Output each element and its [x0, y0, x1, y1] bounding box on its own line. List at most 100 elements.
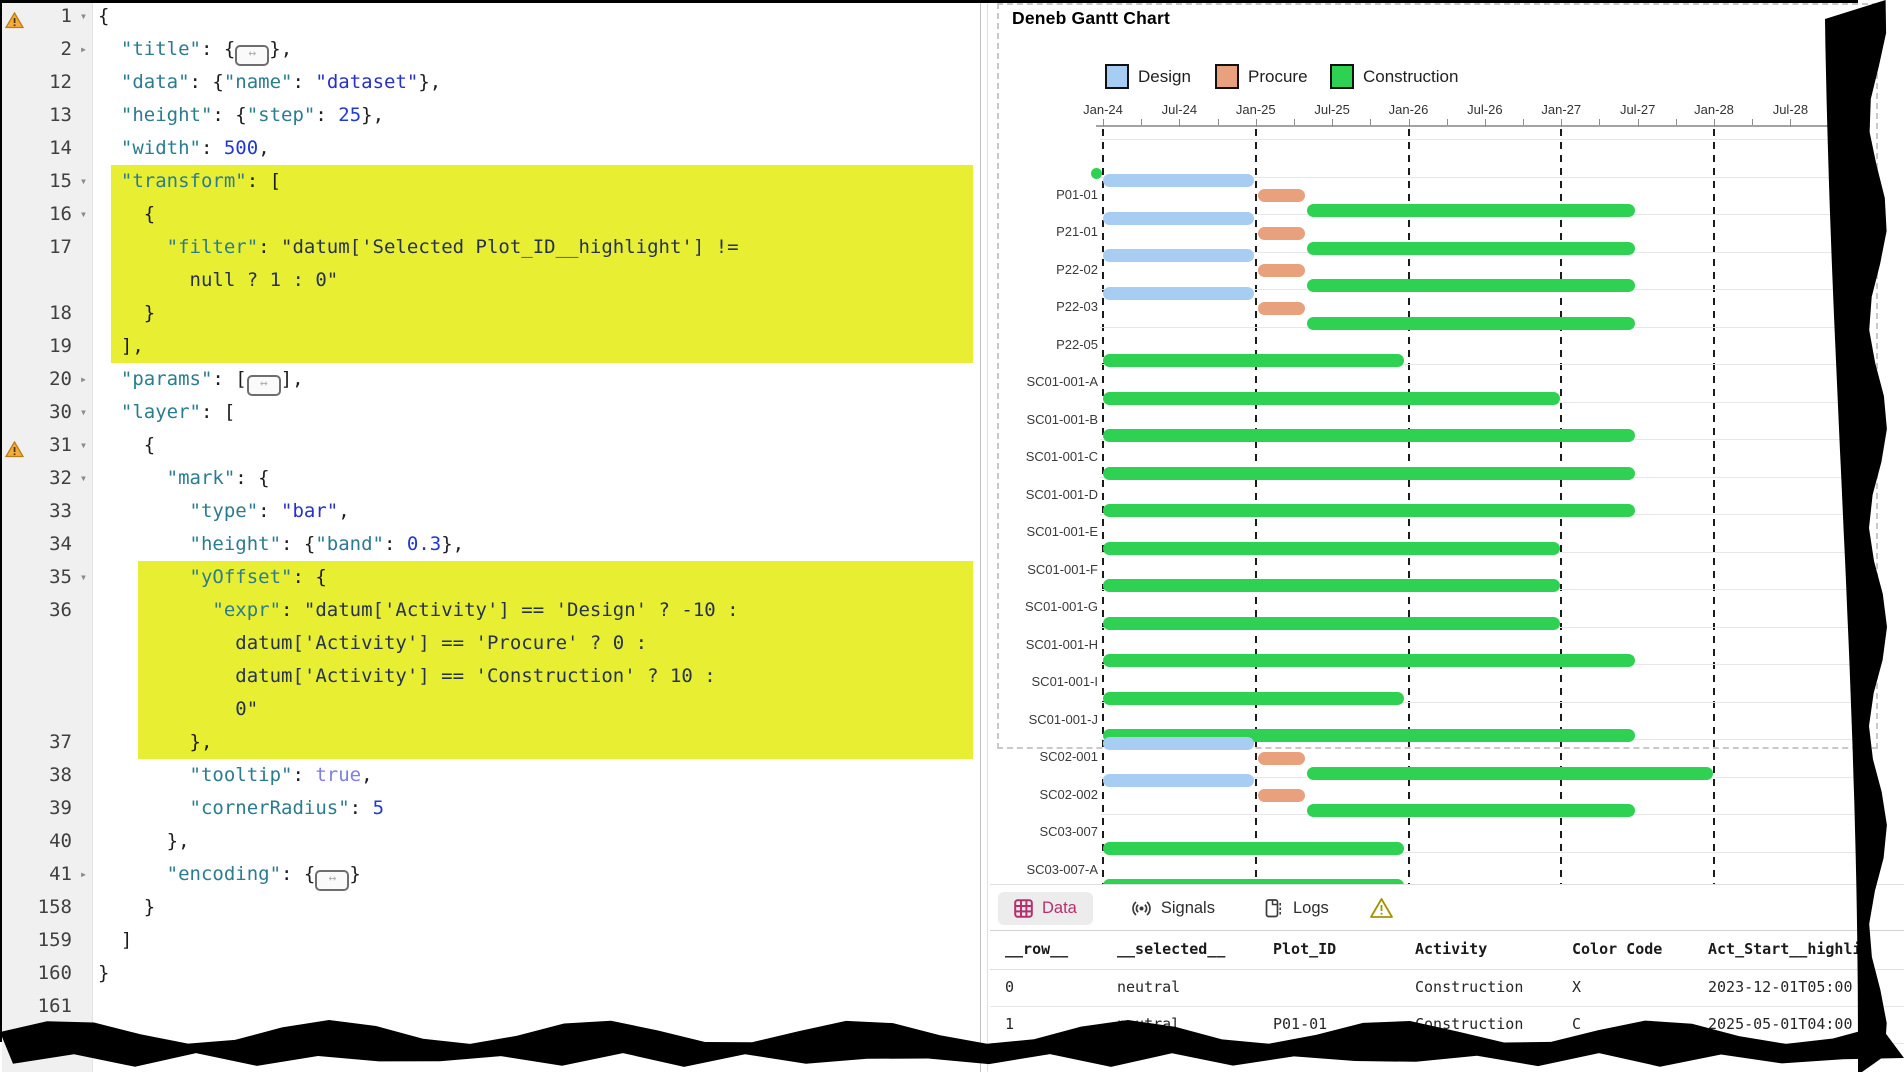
pane-splitter[interactable] [978, 0, 990, 1072]
gantt-bar[interactable] [1258, 789, 1305, 802]
torn-edge-right [1814, 0, 1904, 1072]
gantt-bar[interactable] [1103, 504, 1635, 517]
code-line[interactable]: 160} [2, 957, 978, 990]
gantt-bar[interactable] [1103, 579, 1560, 592]
gantt-bar[interactable] [1258, 264, 1305, 277]
code-token [98, 764, 190, 786]
tab-data[interactable]: Data [998, 892, 1093, 925]
collapsed-fold-icon[interactable]: ↔ [315, 870, 349, 891]
legend-label: Construction [1363, 67, 1458, 87]
code-token: "datum['Selected Plot_ID__highlight'] != [281, 236, 739, 258]
gantt-dot[interactable] [1091, 168, 1102, 179]
gantt-bar[interactable] [1103, 429, 1635, 442]
code-line[interactable]: 12 "data": {"name": "dataset"}, [2, 66, 978, 99]
code-line[interactable]: 158 } [2, 891, 978, 924]
logs-icon [1263, 898, 1284, 919]
code-line[interactable]: 1▾{ [2, 0, 978, 33]
gantt-bar[interactable] [1103, 617, 1560, 630]
code-line[interactable]: 37 }, [2, 726, 978, 759]
code-token: : { [281, 863, 315, 885]
line-number: 40 [2, 825, 72, 858]
gantt-bar[interactable] [1307, 804, 1635, 817]
code-line[interactable]: 19 ], [2, 330, 978, 363]
code-line[interactable]: 20▸ "params": [↔], [2, 363, 978, 396]
code-line[interactable]: 34 "height": {"band": 0.3}, [2, 528, 978, 561]
gantt-bar[interactable] [1307, 279, 1635, 292]
fold-closed-icon[interactable]: ▸ [75, 363, 92, 396]
gantt-bar[interactable] [1103, 654, 1635, 667]
gantt-bar[interactable] [1307, 242, 1635, 255]
gantt-bar[interactable] [1103, 774, 1254, 787]
row-label: SC01-001-E [990, 524, 1098, 539]
gantt-bar[interactable] [1307, 317, 1635, 330]
screenshot-left-border [0, 0, 2, 1042]
gantt-bar[interactable] [1307, 767, 1713, 780]
row-label: SC01-001-C [990, 449, 1098, 464]
fold-open-icon[interactable]: ▾ [75, 165, 92, 198]
fold-open-icon[interactable]: ▾ [75, 561, 92, 594]
tab-label: Signals [1161, 899, 1215, 918]
gantt-bar[interactable] [1103, 212, 1254, 225]
collapsed-fold-icon[interactable]: ↔ [235, 45, 269, 66]
fold-closed-icon[interactable]: ▸ [75, 858, 92, 891]
code-line[interactable]: 39 "cornerRadius": 5 [2, 792, 978, 825]
row-label: P22-02 [990, 262, 1098, 277]
code-line[interactable]: 17 "filter": "datum['Selected Plot_ID__h… [2, 231, 978, 264]
fold-open-icon[interactable]: ▾ [75, 0, 92, 33]
code-line[interactable]: 16▾ { [2, 198, 978, 231]
code-line[interactable]: 14 "width": 500, [2, 132, 978, 165]
fold-open-icon[interactable]: ▾ [75, 429, 92, 462]
code-line[interactable]: 33 "type": "bar", [2, 495, 978, 528]
tab-logs[interactable]: Logs [1253, 891, 1339, 926]
panel-divider [990, 884, 1904, 885]
gantt-bar[interactable] [1103, 354, 1404, 367]
code-line[interactable]: 35▾ "yOffset": { [2, 561, 978, 594]
code-line[interactable]: 15▾ "transform": [ [2, 165, 978, 198]
code-token [98, 500, 190, 522]
code-line[interactable]: 41▸ "encoding": {↔} [2, 858, 978, 891]
gantt-bar[interactable] [1258, 752, 1305, 765]
gantt-bar[interactable] [1103, 542, 1560, 555]
code-line[interactable]: 2▸ "title": {↔}, [2, 33, 978, 66]
legend-label: Design [1138, 67, 1191, 87]
fold-open-icon[interactable]: ▾ [75, 198, 92, 231]
code-line[interactable]: 159 ] [2, 924, 978, 957]
gantt-bar[interactable] [1258, 227, 1305, 240]
fold-open-icon[interactable]: ▾ [75, 462, 92, 495]
axis-tick [1599, 119, 1600, 125]
code-line[interactable]: 38 "tooltip": true, [2, 759, 978, 792]
code-line[interactable]: 32▾ "mark": { [2, 462, 978, 495]
code-line[interactable]: 18 } [2, 297, 978, 330]
gantt-bar[interactable] [1103, 467, 1635, 480]
gantt-bar[interactable] [1258, 189, 1305, 202]
code-line[interactable]: 0" [2, 693, 978, 726]
axis-tick [1332, 119, 1333, 127]
gantt-bar[interactable] [1103, 692, 1404, 705]
code-line[interactable]: datum['Activity'] == 'Procure' ? 0 : [2, 627, 978, 660]
code-line[interactable]: 40 }, [2, 825, 978, 858]
gantt-bar[interactable] [1103, 174, 1254, 187]
code-line[interactable]: datum['Activity'] == 'Construction' ? 10… [2, 660, 978, 693]
fold-closed-icon[interactable]: ▸ [75, 33, 92, 66]
collapsed-fold-icon[interactable]: ↔ [247, 375, 281, 396]
code-line[interactable]: 13 "height": {"step": 25}, [2, 99, 978, 132]
gantt-bar[interactable] [1103, 392, 1560, 405]
row-label: SC02-002 [990, 787, 1098, 802]
code-text: }, [98, 726, 212, 759]
gantt-bar[interactable] [1103, 249, 1254, 262]
code-line[interactable]: 31▾ { [2, 429, 978, 462]
axis-tick-label: Jul-25 [1314, 102, 1349, 117]
code-line[interactable]: 36 "expr": "datum['Activity'] == 'Design… [2, 594, 978, 627]
code-line[interactable]: null ? 1 : 0" [2, 264, 978, 297]
json-editor[interactable]: 1▾{2▸ "title": {↔},12 "data": {"name": "… [2, 0, 978, 1072]
gantt-bar[interactable] [1103, 842, 1404, 855]
code-token: : { [281, 533, 315, 555]
fold-open-icon[interactable]: ▾ [75, 396, 92, 429]
gantt-bar[interactable] [1103, 287, 1254, 300]
code-line[interactable]: 30▾ "layer": [ [2, 396, 978, 429]
gantt-bar[interactable] [1103, 737, 1254, 750]
line-number: 36 [2, 594, 72, 627]
tab-signals[interactable]: Signals [1121, 891, 1225, 926]
gantt-bar[interactable] [1307, 204, 1635, 217]
gantt-bar[interactable] [1258, 302, 1305, 315]
